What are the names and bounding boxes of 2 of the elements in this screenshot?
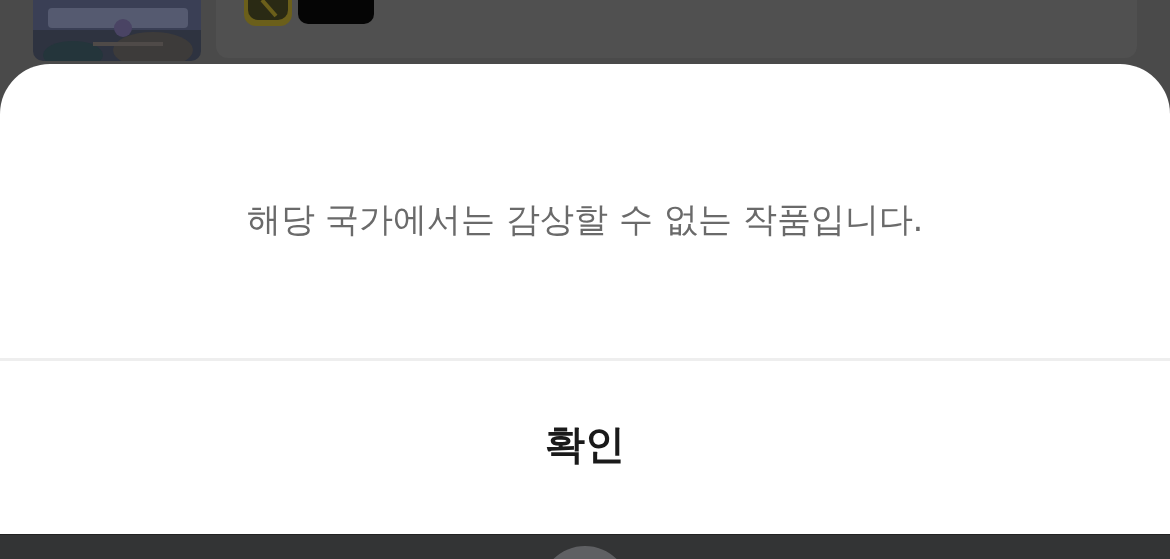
dialog-message: 해당 국가에서는 감상할 수 없는 작품입니다.	[246, 198, 924, 241]
app-icon	[244, 0, 292, 26]
